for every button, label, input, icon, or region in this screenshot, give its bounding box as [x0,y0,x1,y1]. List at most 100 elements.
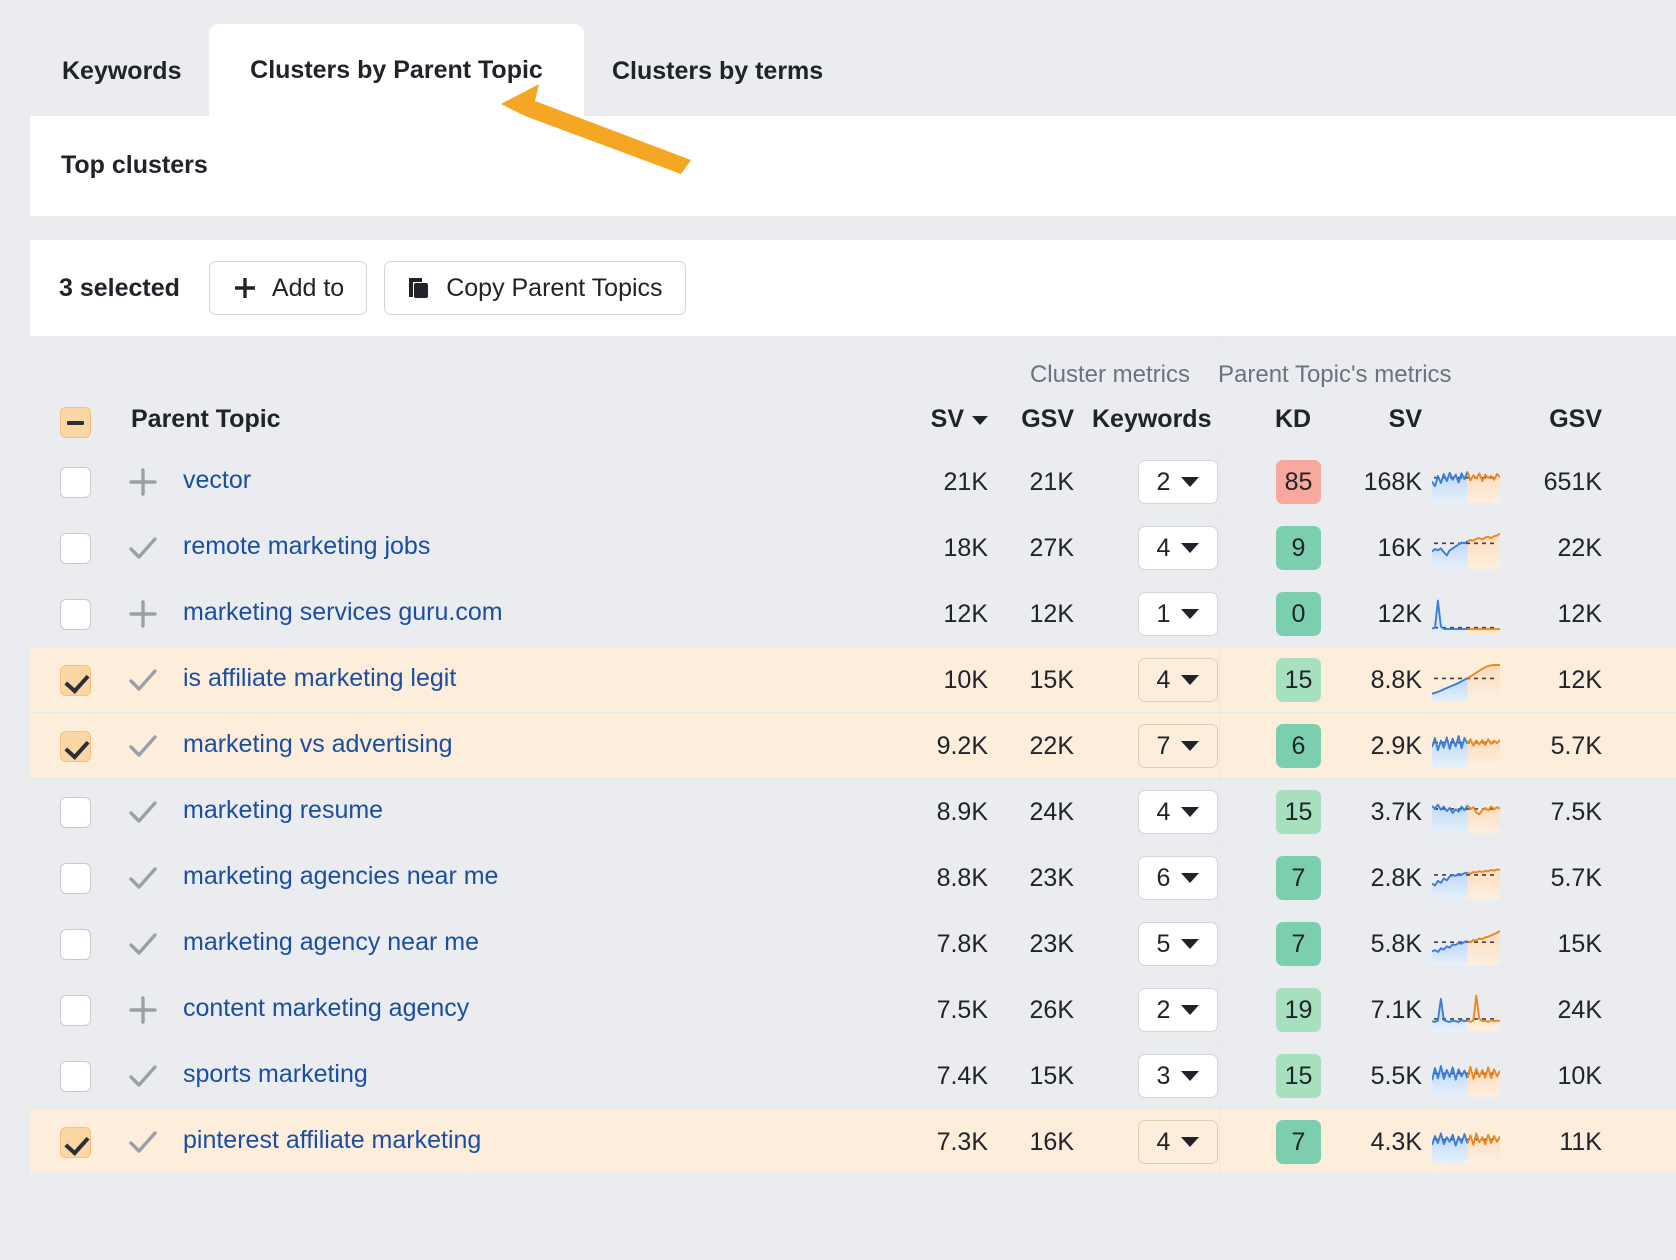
row-select-checkbox[interactable] [60,863,91,894]
row-select-checkbox[interactable] [60,599,91,630]
sv-trend-sparkline [1432,1121,1500,1163]
column-header-keywords[interactable]: Keywords [1092,405,1211,434]
row-select-checkbox[interactable] [60,995,91,1026]
chevron-down-icon [1181,939,1199,949]
tab-clusters-by-parent-topic[interactable]: Clusters by Parent Topic [209,24,584,116]
sv-trend-sparkline [1432,791,1500,833]
chevron-down-icon [1181,477,1199,487]
row-select-checkbox[interactable] [60,533,91,564]
table-row[interactable]: pinterest affiliate marketing 7.3K 16K 4… [30,1108,1676,1174]
parent-topic-link[interactable]: sports marketing [183,1060,368,1089]
check-icon[interactable] [126,729,160,763]
column-header-sv[interactable]: SV [840,405,988,434]
keywords-dropdown[interactable]: 5 [1138,922,1218,966]
keywords-dropdown[interactable]: 2 [1138,460,1218,504]
copy-parent-topics-button[interactable]: Copy Parent Topics [384,261,685,315]
check-icon[interactable] [126,531,160,565]
cluster-sv-value: 7.5K [840,996,988,1025]
cluster-gsv-value: 22K [996,732,1074,761]
cluster-sv-value: 21K [840,468,988,497]
column-header-parent-topic[interactable]: Parent Topic [131,405,281,434]
row-metrics-divider [1219,977,1220,1043]
cluster-sv-value: 8.9K [840,798,988,827]
plus-icon[interactable] [126,465,160,499]
keywords-count: 4 [1157,666,1171,695]
cluster-gsv-value: 27K [996,534,1074,563]
parent-topic-link[interactable]: pinterest affiliate marketing [183,1126,481,1155]
table-row[interactable]: marketing services guru.com 12K 12K 1 0 … [30,580,1676,646]
check-icon[interactable] [126,927,160,961]
cluster-gsv-value: 23K [996,864,1074,893]
parent-sv-value: 5.8K [1330,930,1422,959]
panel-divider [0,216,1676,240]
table-row[interactable]: sports marketing 7.4K 15K 3 15 5.5K 10K [30,1042,1676,1108]
table-row[interactable]: is affiliate marketing legit 10K 15K 4 1… [30,646,1676,712]
keywords-dropdown[interactable]: 4 [1138,790,1218,834]
table-row[interactable]: marketing agency near me 7.8K 23K 5 7 5.… [30,910,1676,976]
parent-topic-link[interactable]: marketing resume [183,796,383,825]
row-select-checkbox[interactable] [60,797,91,828]
table-row[interactable]: content marketing agency 7.5K 26K 2 19 7… [30,976,1676,1042]
kd-badge: 7 [1276,856,1321,900]
parent-sv-value: 3.7K [1330,798,1422,827]
tab-keywords[interactable]: Keywords [34,26,209,116]
keywords-dropdown[interactable]: 3 [1138,1054,1218,1098]
parent-sv-value: 4.3K [1330,1128,1422,1157]
keywords-dropdown[interactable]: 4 [1138,526,1218,570]
selection-toolbar: 3 selected Add to Copy Parent Topics [30,240,1676,336]
row-select-checkbox[interactable] [60,731,91,762]
check-icon[interactable] [126,795,160,829]
keywords-dropdown[interactable]: 4 [1138,1120,1218,1164]
table-row[interactable]: marketing agencies near me 8.8K 23K 6 7 … [30,844,1676,910]
add-to-button[interactable]: Add to [209,261,367,315]
check-icon[interactable] [126,861,160,895]
tab-clusters-by-terms[interactable]: Clusters by terms [584,26,851,116]
parent-topic-link[interactable]: content marketing agency [183,994,469,1023]
column-header-parent-gsv[interactable]: GSV [1508,405,1602,434]
column-header-kd[interactable]: KD [1275,405,1311,434]
parent-sv-value: 8.8K [1330,666,1422,695]
plus-icon [232,275,258,301]
table-row[interactable]: vector 21K 21K 2 85 168K 651K [30,448,1676,514]
parent-topic-link[interactable]: is affiliate marketing legit [183,664,456,693]
plus-icon[interactable] [126,597,160,631]
table-row[interactable]: remote marketing jobs 18K 27K 4 9 16K 22… [30,514,1676,580]
parent-gsv-value: 22K [1508,534,1602,563]
parent-topic-link[interactable]: remote marketing jobs [183,532,430,561]
keywords-dropdown[interactable]: 6 [1138,856,1218,900]
row-select-checkbox[interactable] [60,665,91,696]
parent-topic-link[interactable]: marketing services guru.com [183,598,503,627]
keywords-dropdown[interactable]: 4 [1138,658,1218,702]
column-header-parent-sv[interactable]: SV [1330,405,1422,434]
column-header-gsv[interactable]: GSV [996,405,1074,434]
keywords-dropdown[interactable]: 1 [1138,592,1218,636]
table-row[interactable]: marketing resume 8.9K 24K 4 15 3.7K 7.5K [30,778,1676,844]
keywords-dropdown[interactable]: 7 [1138,724,1218,768]
row-select-checkbox[interactable] [60,929,91,960]
cluster-gsv-value: 24K [996,798,1074,827]
parent-topic-link[interactable]: marketing agency near me [183,928,479,957]
parent-topic-link[interactable]: marketing agencies near me [183,862,498,891]
row-select-checkbox[interactable] [60,1061,91,1092]
cluster-sv-value: 8.8K [840,864,988,893]
check-icon[interactable] [126,663,160,697]
plus-icon[interactable] [126,993,160,1027]
select-all-checkbox[interactable] [60,407,91,438]
parent-topic-link[interactable]: marketing vs advertising [183,730,453,759]
row-select-checkbox[interactable] [60,467,91,498]
cluster-sv-value: 7.8K [840,930,988,959]
copy-parent-topics-label: Copy Parent Topics [446,274,662,303]
kd-badge: 15 [1276,790,1321,834]
kd-badge: 19 [1276,988,1321,1032]
row-select-checkbox[interactable] [60,1127,91,1158]
check-icon[interactable] [126,1059,160,1093]
keywords-count: 4 [1157,1128,1171,1157]
table-row[interactable]: marketing vs advertising 9.2K 22K 7 6 2.… [30,712,1676,778]
cluster-sv-value: 10K [840,666,988,695]
parent-sv-value: 12K [1330,600,1422,629]
chevron-down-icon [1181,873,1199,883]
parent-topic-link[interactable]: vector [183,466,251,495]
sv-trend-sparkline [1432,527,1500,569]
check-icon[interactable] [126,1125,160,1159]
keywords-dropdown[interactable]: 2 [1138,988,1218,1032]
